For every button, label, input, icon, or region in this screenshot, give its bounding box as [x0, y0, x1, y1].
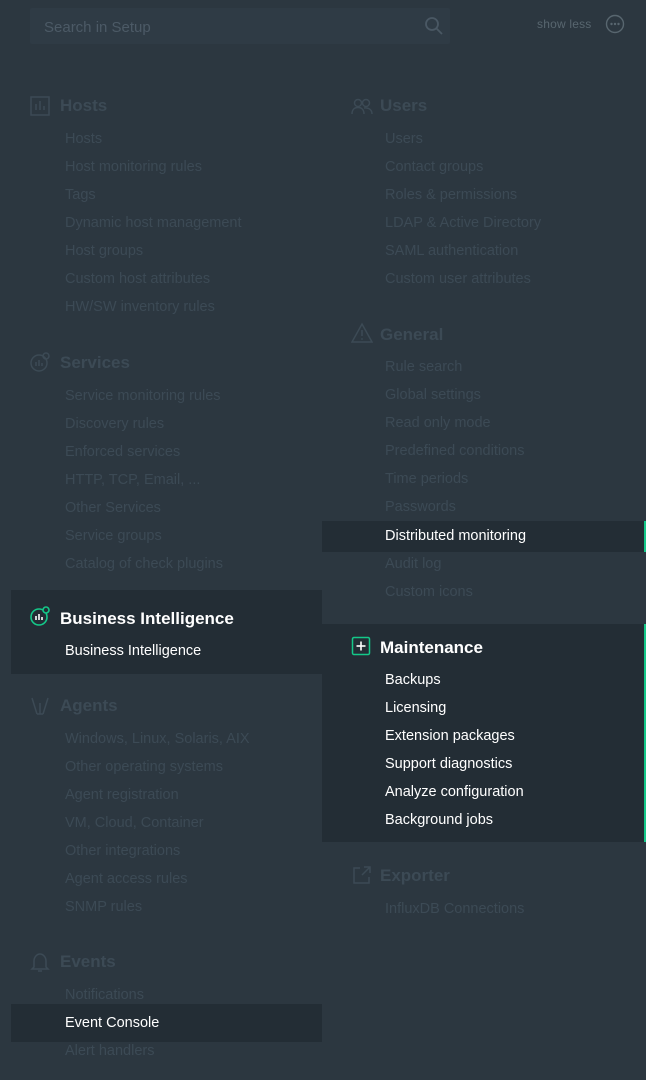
search-icon[interactable]	[424, 16, 444, 36]
business-intelligence-panel	[11, 590, 322, 674]
services-item-enforced-services[interactable]: Enforced services	[65, 443, 180, 461]
agents-icon	[31, 697, 49, 715]
services-item-discovery-rules[interactable]: Discovery rules	[65, 415, 164, 433]
bell-icon	[30, 953, 50, 972]
agents-item-other-os[interactable]: Other operating systems	[65, 758, 223, 776]
hosts-icon	[30, 96, 50, 116]
general-item-global-settings[interactable]: Global settings	[385, 386, 481, 404]
show-less-toggle[interactable]: show less	[537, 17, 592, 31]
users-item-ldap[interactable]: LDAP & Active Directory	[385, 214, 541, 232]
events-item-alert-handlers[interactable]: Alert handlers	[65, 1042, 154, 1060]
events-item-notifications[interactable]: Notifications	[65, 986, 144, 1004]
events-item-event-console[interactable]: Event Console	[65, 1014, 159, 1032]
maintenance-item-support-diagnostics[interactable]: Support diagnostics	[385, 755, 512, 773]
business-intelligence-title[interactable]: Business Intelligence	[60, 609, 234, 629]
maintenance-item-background-jobs[interactable]: Background jobs	[385, 811, 493, 829]
agents-item-snmp-rules[interactable]: SNMP rules	[65, 898, 142, 916]
maintenance-title[interactable]: Maintenance	[380, 638, 483, 658]
setup-menu-page: show less Hosts Hosts Host monitoring ru…	[0, 0, 646, 1080]
hosts-item-custom-host-attributes[interactable]: Custom host attributes	[65, 270, 210, 288]
hosts-item-hosts[interactable]: Hosts	[65, 130, 102, 148]
export-icon	[353, 866, 371, 884]
maintenance-item-licensing[interactable]: Licensing	[385, 699, 446, 717]
agents-item-agent-registration[interactable]: Agent registration	[65, 786, 179, 804]
hosts-title[interactable]: Hosts	[60, 96, 107, 116]
services-item-service-groups[interactable]: Service groups	[65, 527, 162, 545]
general-item-distributed-monitoring[interactable]: Distributed monitoring	[385, 527, 526, 545]
maintenance-item-analyze-configuration[interactable]: Analyze configuration	[385, 783, 524, 801]
general-item-read-only-mode[interactable]: Read only mode	[385, 414, 491, 432]
users-item-users[interactable]: Users	[385, 130, 423, 148]
event-console-highlight	[11, 1004, 322, 1042]
hosts-item-host-groups[interactable]: Host groups	[65, 242, 143, 260]
hosts-item-tags[interactable]: Tags	[65, 186, 96, 204]
exporter-item-influxdb-connections[interactable]: InfluxDB Connections	[385, 900, 524, 918]
maintenance-plus-icon	[351, 636, 371, 656]
agents-item-windows-linux[interactable]: Windows, Linux, Solaris, AIX	[65, 730, 250, 748]
general-item-predefined-conditions[interactable]: Predefined conditions	[385, 442, 524, 460]
general-item-custom-icons[interactable]: Custom icons	[385, 583, 473, 601]
warning-icon	[351, 322, 373, 343]
exporter-title[interactable]: Exporter	[380, 866, 450, 886]
general-item-passwords[interactable]: Passwords	[385, 498, 456, 516]
maintenance-item-backups[interactable]: Backups	[385, 671, 441, 689]
agents-title[interactable]: Agents	[60, 696, 118, 716]
services-item-service-monitoring-rules[interactable]: Service monitoring rules	[65, 387, 221, 405]
bi-item-business-intelligence[interactable]: Business Intelligence	[65, 642, 201, 660]
general-item-rule-search[interactable]: Rule search	[385, 358, 462, 376]
users-item-custom-user-attributes[interactable]: Custom user attributes	[385, 270, 531, 288]
users-item-contact-groups[interactable]: Contact groups	[385, 158, 483, 176]
services-item-http-tcp-email[interactable]: HTTP, TCP, Email, ...	[65, 471, 200, 489]
search-bar	[30, 8, 450, 44]
more-dots-icon[interactable]	[605, 14, 625, 34]
services-item-other-services[interactable]: Other Services	[65, 499, 161, 517]
services-item-catalog-of-check-plugins[interactable]: Catalog of check plugins	[65, 555, 223, 573]
hosts-item-host-monitoring-rules[interactable]: Host monitoring rules	[65, 158, 202, 176]
hosts-item-hw-sw-inventory-rules[interactable]: HW/SW inventory rules	[65, 298, 215, 316]
users-item-roles-permissions[interactable]: Roles & permissions	[385, 186, 517, 204]
services-icon	[30, 352, 50, 372]
users-item-saml[interactable]: SAML authentication	[385, 242, 518, 260]
general-title[interactable]: General	[380, 325, 443, 345]
events-title[interactable]: Events	[60, 952, 116, 972]
agents-item-agent-access-rules[interactable]: Agent access rules	[65, 870, 188, 888]
business-intelligence-icon	[30, 606, 50, 626]
general-item-time-periods[interactable]: Time periods	[385, 470, 468, 488]
users-icon	[351, 98, 373, 115]
hosts-item-dynamic-host-management[interactable]: Dynamic host management	[65, 214, 242, 232]
services-title[interactable]: Services	[60, 353, 130, 373]
maintenance-item-extension-packages[interactable]: Extension packages	[385, 727, 515, 745]
users-title[interactable]: Users	[380, 96, 427, 116]
agents-item-vm-cloud-container[interactable]: VM, Cloud, Container	[65, 814, 204, 832]
search-input[interactable]	[42, 16, 406, 38]
general-item-audit-log[interactable]: Audit log	[385, 555, 441, 573]
agents-item-other-integrations[interactable]: Other integrations	[65, 842, 180, 860]
